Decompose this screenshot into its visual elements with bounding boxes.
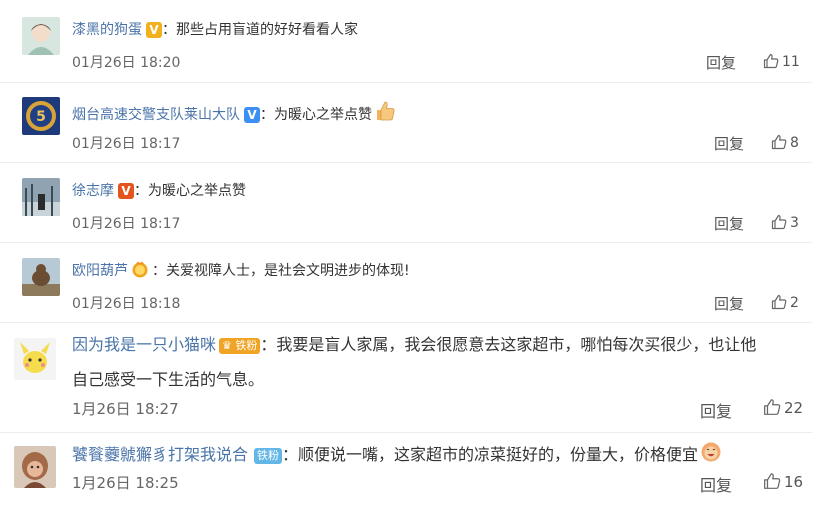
avatar[interactable]: 5 bbox=[22, 97, 60, 135]
thumbs-up-emoji-icon bbox=[374, 100, 396, 129]
separator: ： bbox=[260, 107, 274, 123]
like-count: 11 bbox=[782, 54, 800, 70]
red-v-icon: V bbox=[118, 183, 134, 199]
timestamp: 01月26日 18:17 bbox=[72, 136, 181, 152]
thumbs-up-icon bbox=[764, 473, 781, 489]
like-button[interactable]: 22 bbox=[763, 398, 803, 417]
timestamp: 1月26日 18:25 bbox=[72, 474, 179, 492]
separator: ： bbox=[134, 183, 148, 199]
thumbs-up-icon bbox=[763, 53, 779, 69]
comment-text: 我要是盲人家属，我会很愿意去这家超市，哪怕每次买很少，也让他 bbox=[276, 335, 757, 354]
thumbs-up-icon bbox=[764, 399, 781, 415]
comment-text: 顺便说一嘴，这家超市的凉菜挺好的，份量大，价格便宜 bbox=[298, 445, 699, 464]
fan-badge: ♛ 铁粉 bbox=[219, 338, 261, 354]
comment-text: 为暖心之举点赞 bbox=[148, 183, 246, 199]
like-button[interactable]: 3 bbox=[771, 214, 799, 231]
reply-button[interactable]: 回复 bbox=[714, 293, 744, 314]
comment-item: 漆黑的狗蛋 V ：那些占用盲道的好好看看人家 01月26日 18:20 回复 11 bbox=[0, 0, 812, 83]
fan-badge: 铁粉 bbox=[254, 448, 283, 464]
like-count: 16 bbox=[784, 473, 804, 491]
reply-button[interactable]: 回复 bbox=[700, 472, 732, 496]
comment-text: 那些占用盲道的好好看看人家 bbox=[176, 22, 358, 38]
comment-text: 关爱视障人士，是社会文明进步的体现! bbox=[166, 263, 410, 279]
separator: ： bbox=[162, 22, 176, 38]
timestamp: 01月26日 18:20 bbox=[72, 55, 181, 71]
reply-button[interactable]: 回复 bbox=[714, 133, 744, 154]
username[interactable]: 烟台高速交警支队莱山大队 bbox=[72, 107, 240, 123]
comment-text-continued: 自己感受一下生活的气息。 bbox=[72, 370, 265, 389]
comment-item: 5 烟台高速交警支队莱山大队 V ：为暖心之举点赞 01月26日 18:17 回复 … bbox=[0, 82, 812, 163]
fan-badge-label: 铁粉 bbox=[235, 339, 258, 352]
avatar[interactable] bbox=[22, 178, 60, 216]
like-count: 2 bbox=[790, 295, 799, 311]
timestamp: 1月26日 18:27 bbox=[72, 400, 179, 418]
timestamp: 01月26日 18:17 bbox=[72, 216, 181, 232]
reply-button[interactable]: 回复 bbox=[706, 52, 736, 73]
comment-list: 漆黑的狗蛋 V ：那些占用盲道的好好看看人家 01月26日 18:20 回复 11 … bbox=[0, 0, 828, 508]
reply-button[interactable]: 回复 bbox=[700, 398, 732, 422]
username[interactable]: 徐志摩 bbox=[72, 183, 114, 199]
avatar[interactable] bbox=[22, 17, 60, 55]
avatar[interactable] bbox=[14, 446, 56, 488]
like-button[interactable]: 8 bbox=[771, 134, 799, 151]
like-button[interactable]: 11 bbox=[763, 53, 800, 70]
like-count: 8 bbox=[790, 135, 799, 151]
blue-v-icon: V bbox=[244, 107, 260, 123]
username[interactable]: 漆黑的狗蛋 bbox=[72, 22, 142, 38]
timestamp: 01月26日 18:18 bbox=[72, 296, 181, 312]
separator: ： bbox=[260, 335, 277, 354]
comment-item: 徐志摩 V ：为暖心之举点赞 01月26日 18:17 回复 3 bbox=[0, 162, 812, 243]
svg-text:5: 5 bbox=[36, 109, 46, 125]
avatar[interactable] bbox=[22, 258, 60, 296]
username[interactable]: 因为我是一只小猫咪 bbox=[72, 335, 216, 354]
laughing-emoji-icon bbox=[700, 441, 722, 469]
username[interactable]: 欧阳葫芦 bbox=[72, 263, 128, 279]
fan-crown-icon: ♛ bbox=[222, 339, 232, 352]
thumbs-up-icon bbox=[771, 134, 787, 150]
thumbs-up-icon bbox=[771, 294, 787, 310]
separator: ： bbox=[282, 445, 299, 464]
like-button[interactable]: 16 bbox=[763, 472, 803, 491]
like-count: 3 bbox=[790, 215, 799, 231]
comment-text: 为暖心之举点赞 bbox=[274, 107, 372, 123]
comment-item: 饕餮虁虩獬豸打架我说合 铁粉 ：顺便说一嘴，这家超市的凉菜挺好的，份量大，价格便宜 … bbox=[0, 432, 812, 508]
member-crown-icon bbox=[131, 260, 149, 285]
avatar[interactable] bbox=[14, 338, 56, 380]
gold-v-icon: V bbox=[146, 22, 162, 38]
separator: ： bbox=[152, 263, 166, 279]
comment-item: 欧阳葫芦 ：关爱视障人士，是社会文明进步的体现! 01月26日 18:18 回复 … bbox=[0, 242, 812, 323]
like-button[interactable]: 2 bbox=[771, 294, 799, 311]
username[interactable]: 饕餮虁虩獬豸打架我说合 bbox=[72, 445, 248, 464]
comment-item: 因为我是一只小猫咪 ♛ 铁粉 ：我要是盲人家属，我会很愿意去这家超市，哪怕每次买很少… bbox=[0, 322, 812, 433]
like-count: 22 bbox=[784, 399, 804, 417]
thumbs-up-icon bbox=[771, 214, 787, 230]
reply-button[interactable]: 回复 bbox=[714, 213, 744, 234]
